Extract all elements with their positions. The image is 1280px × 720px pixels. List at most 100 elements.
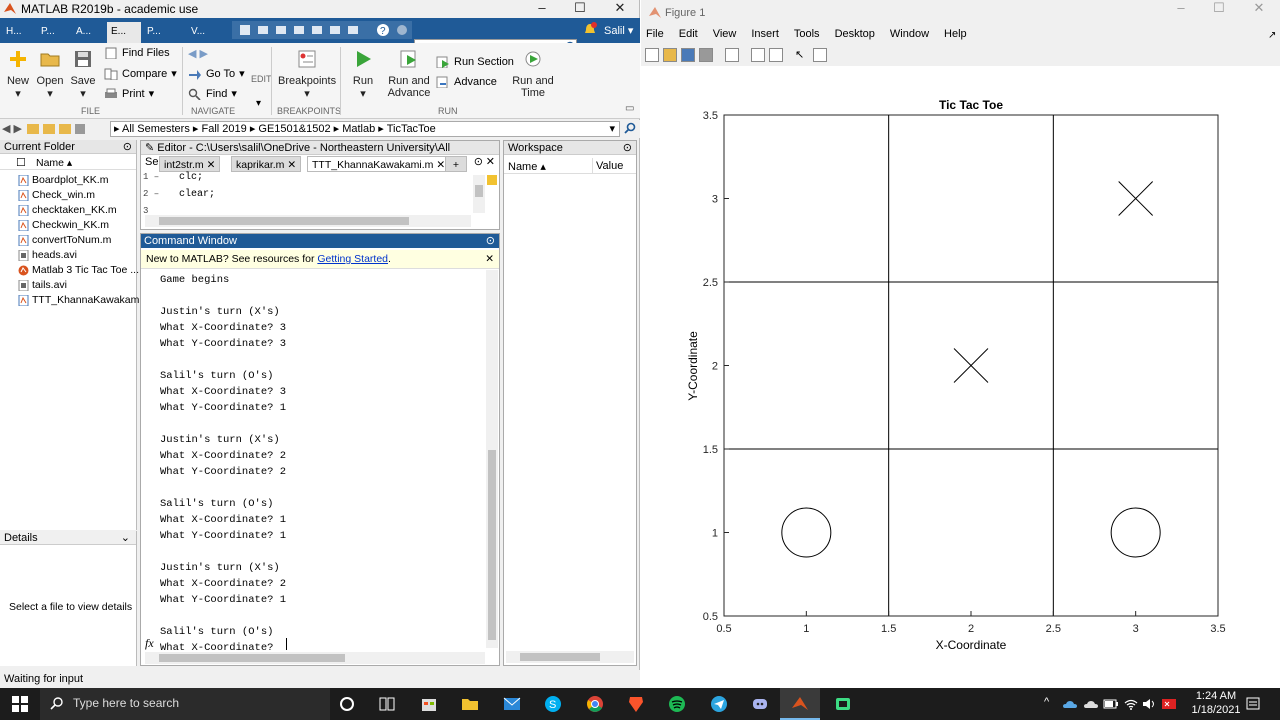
run-section-button[interactable]: Run Section bbox=[436, 56, 514, 68]
go-to-button[interactable]: Go To ▾ bbox=[188, 67, 245, 80]
scrollbar-thumb[interactable] bbox=[520, 653, 600, 661]
task-view-icon[interactable] bbox=[377, 694, 397, 714]
skype-icon[interactable]: S bbox=[543, 694, 563, 714]
panel-menu-icon[interactable]: ⊙ bbox=[486, 234, 495, 248]
scrollbar-thumb[interactable] bbox=[475, 185, 483, 197]
back-forward-arrows[interactable]: ◀ ▶ bbox=[188, 47, 208, 60]
new-button[interactable]: New ▾ bbox=[5, 49, 31, 100]
path-segment[interactable]: ▸ bbox=[114, 123, 122, 135]
figure-minimize-button[interactable]: – bbox=[1161, 0, 1201, 18]
quick-access-icons[interactable]: ? bbox=[232, 21, 412, 39]
tab-home[interactable]: H... bbox=[2, 22, 36, 43]
discord-icon[interactable] bbox=[750, 694, 770, 714]
edit-dropdown-arrow[interactable]: ▾ bbox=[256, 98, 261, 109]
scrollbar-thumb[interactable] bbox=[159, 217, 409, 225]
store-icon[interactable] bbox=[419, 694, 439, 714]
chrome-icon[interactable] bbox=[585, 694, 605, 714]
search-folder-icon[interactable] bbox=[623, 122, 637, 136]
brave-icon[interactable] bbox=[626, 694, 646, 714]
mail-icon[interactable] bbox=[502, 694, 522, 714]
workspace-value-column[interactable]: Value bbox=[596, 160, 623, 172]
editor-horizontal-scrollbar[interactable] bbox=[145, 215, 471, 227]
function-browser-icon[interactable]: fx bbox=[145, 636, 154, 651]
print-figure-icon[interactable] bbox=[699, 48, 713, 62]
path-segment[interactable]: TicTacToe bbox=[387, 123, 436, 135]
panel-menu-icon[interactable]: ⊙ bbox=[474, 155, 483, 169]
editor-tab[interactable]: TTT_KhannaKawakami.m ✕ bbox=[307, 156, 451, 172]
figure-close-button[interactable]: ✕ bbox=[1239, 0, 1279, 18]
menu-window[interactable]: Window bbox=[890, 28, 936, 40]
new-figure-icon[interactable] bbox=[645, 48, 659, 62]
print-button[interactable]: Print ▾ bbox=[104, 87, 154, 100]
colorbar-icon[interactable] bbox=[751, 48, 765, 62]
find-button[interactable]: Find ▾ bbox=[188, 87, 237, 100]
list-item[interactable]: convertToNum.m bbox=[18, 234, 111, 246]
code-area[interactable]: 1 – clc; 2 – clear; 3 bbox=[143, 169, 215, 220]
clock[interactable]: 1:24 AM 1/18/2021 bbox=[1188, 689, 1244, 717]
back-icon[interactable]: ◀ bbox=[2, 122, 10, 136]
close-banner-icon[interactable]: ✕ bbox=[485, 250, 494, 269]
scrollbar-thumb[interactable] bbox=[488, 450, 496, 640]
code-analyzer-indicator[interactable] bbox=[487, 175, 497, 185]
path-segment[interactable]: Fall 2019 bbox=[201, 123, 246, 135]
menu-file[interactable]: File bbox=[646, 28, 671, 40]
close-icon[interactable]: ✕ bbox=[486, 155, 495, 169]
menu-view[interactable]: View bbox=[713, 28, 744, 40]
menu-insert[interactable]: Insert bbox=[751, 28, 786, 40]
path-dropdown-icon[interactable]: ▾ bbox=[609, 122, 615, 136]
file-explorer-icon[interactable] bbox=[460, 694, 480, 714]
volume-icon[interactable] bbox=[1142, 697, 1158, 711]
current-folder-path[interactable]: ▸ All Semesters ▸ Fall 2019 ▸ GE1501&150… bbox=[110, 121, 620, 137]
panel-menu-icon[interactable]: ⊙ bbox=[123, 140, 132, 154]
compare-button[interactable]: Compare ▾ bbox=[104, 67, 177, 80]
link-plot-icon[interactable] bbox=[725, 48, 739, 62]
advance-button[interactable]: Advance bbox=[436, 76, 497, 88]
wifi-icon[interactable] bbox=[1123, 697, 1139, 711]
command-vertical-scrollbar[interactable] bbox=[486, 270, 498, 648]
figure-maximize-button[interactable]: ☐ bbox=[1199, 0, 1239, 18]
save-button[interactable]: Save ▾ bbox=[70, 49, 96, 100]
maximize-button[interactable]: ☐ bbox=[560, 0, 600, 18]
panel-menu-icon[interactable]: ⊙ bbox=[623, 141, 632, 155]
run-and-time-button[interactable]: Run and Time bbox=[510, 49, 556, 99]
run-and-advance-button[interactable]: Run and Advance bbox=[386, 49, 432, 99]
open-file-icon[interactable] bbox=[663, 48, 677, 62]
list-item[interactable]: checktaken_KK.m bbox=[18, 204, 117, 216]
language-flag-icon[interactable] bbox=[1161, 696, 1177, 712]
telegram-icon[interactable] bbox=[709, 694, 729, 714]
getting-started-link[interactable]: Getting Started bbox=[317, 253, 388, 265]
property-inspector-icon[interactable] bbox=[813, 48, 827, 62]
collapse-ribbon-icon[interactable]: ▭ bbox=[625, 103, 634, 114]
notification-bell-icon[interactable] bbox=[583, 22, 597, 38]
cortana-icon[interactable] bbox=[337, 694, 357, 714]
list-item[interactable]: Check_win.m bbox=[18, 189, 95, 201]
list-item[interactable]: TTT_KhannaKawakami... bbox=[18, 294, 150, 306]
editor-tab[interactable]: kaprikar.m ✕ bbox=[231, 156, 302, 172]
tab-view[interactable]: V... bbox=[187, 22, 221, 43]
path-segment[interactable]: GE1501&1502 bbox=[258, 123, 330, 135]
find-files-button[interactable]: Find Files bbox=[104, 47, 170, 59]
checkbox-icon[interactable]: ☐ bbox=[16, 156, 26, 169]
address-nav-icons[interactable]: ◀ ▶ bbox=[2, 122, 87, 136]
name-column-header[interactable]: Name ▴ bbox=[36, 157, 72, 169]
workspace-horizontal-scrollbar[interactable] bbox=[506, 651, 634, 663]
legend-icon[interactable] bbox=[769, 48, 783, 62]
new-tab-button[interactable]: + bbox=[445, 156, 467, 172]
command-output[interactable]: Game begins Justin's turn (X's) What X-C… bbox=[160, 272, 286, 656]
onedrive-icon[interactable] bbox=[1062, 697, 1078, 711]
undock-arrow-icon[interactable]: ↗ bbox=[1268, 30, 1276, 41]
menu-edit[interactable]: Edit bbox=[679, 28, 705, 40]
close-button[interactable]: ✕ bbox=[600, 0, 640, 18]
minimize-button[interactable]: – bbox=[522, 0, 562, 18]
list-item[interactable]: heads.avi bbox=[18, 249, 77, 261]
workspace-name-column[interactable]: Name ▴ bbox=[508, 160, 546, 173]
run-button[interactable]: Run ▾ bbox=[348, 49, 378, 100]
chevron-down-icon[interactable]: ⌄ bbox=[121, 531, 130, 545]
tab-editor[interactable]: E... bbox=[107, 22, 141, 43]
list-item[interactable]: tails.avi bbox=[18, 279, 67, 291]
tic-tac-toe-plot[interactable]: 0.5 1 1.5 2 2.5 3 3.5 0.5 1 1.5 2 2.5 3 3.5 Tic Tac T… bbox=[641, 66, 1280, 688]
show-hidden-icons[interactable]: ^ bbox=[1044, 696, 1049, 708]
save-figure-icon[interactable] bbox=[681, 48, 695, 62]
path-segment[interactable]: Matlab bbox=[342, 123, 375, 135]
matlab-taskbar-button[interactable] bbox=[780, 688, 820, 720]
